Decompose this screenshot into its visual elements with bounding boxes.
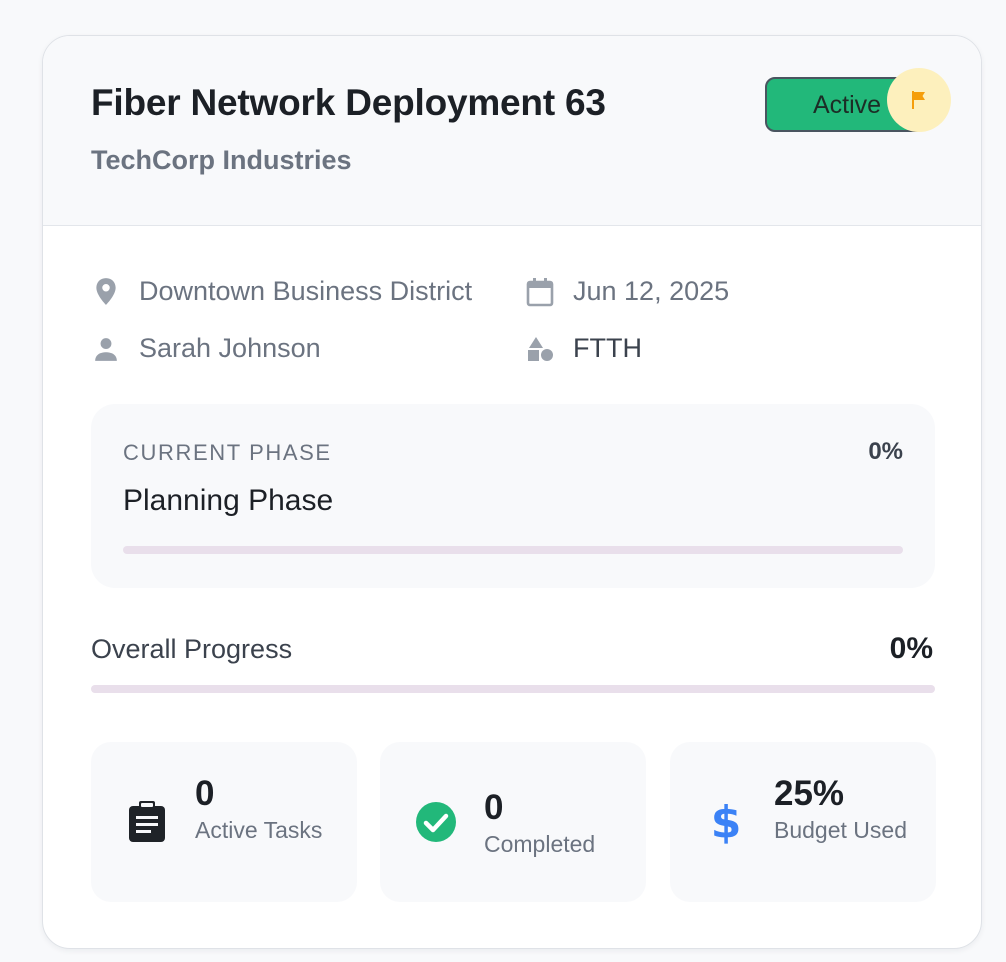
overall-progress-percent: 0% bbox=[889, 632, 933, 665]
stat-completed: 0 Completed bbox=[380, 742, 646, 902]
status-label: Active bbox=[813, 91, 882, 119]
budget-used-value: 25% bbox=[774, 774, 845, 813]
budget-used-label: Budget Used bbox=[774, 817, 907, 843]
shapes-icon bbox=[525, 334, 555, 364]
location-pin-icon bbox=[91, 277, 121, 307]
stat-budget-used: $ 25% Budget Used bbox=[670, 742, 936, 902]
flag-icon[interactable] bbox=[887, 68, 951, 132]
overall-progress-bar bbox=[91, 685, 935, 693]
manager-row: Sarah Johnson bbox=[91, 333, 321, 364]
location-row: Downtown Business District bbox=[91, 276, 472, 307]
dollar-icon: $ bbox=[710, 796, 742, 848]
phase-progress-bar bbox=[123, 546, 903, 554]
card-header: Fiber Network Deployment 63 TechCorp Ind… bbox=[43, 36, 981, 226]
phase-name: Planning Phase bbox=[123, 484, 334, 517]
date-row: Jun 12, 2025 bbox=[525, 276, 729, 307]
overall-progress-label: Overall Progress bbox=[91, 634, 293, 664]
active-tasks-value: 0 bbox=[195, 774, 215, 813]
completed-label: Completed bbox=[484, 831, 596, 857]
phase-percent: 0% bbox=[868, 438, 903, 465]
check-circle-icon bbox=[412, 798, 460, 846]
phase-caption: CURRENT PHASE bbox=[123, 440, 332, 465]
type-text: FTTH bbox=[573, 333, 642, 363]
calendar-icon bbox=[525, 277, 555, 307]
active-tasks-label: Active Tasks bbox=[195, 817, 323, 843]
manager-text: Sarah Johnson bbox=[139, 333, 321, 363]
type-row: FTTH bbox=[525, 333, 642, 364]
current-phase-panel: CURRENT PHASE 0% Planning Phase bbox=[91, 404, 935, 588]
person-icon bbox=[91, 334, 121, 364]
project-title: Fiber Network Deployment 63 bbox=[91, 82, 606, 123]
client-name: TechCorp Industries bbox=[91, 145, 352, 175]
stat-active-tasks: 0 Active Tasks bbox=[91, 742, 357, 902]
clipboard-icon bbox=[123, 798, 171, 846]
date-text: Jun 12, 2025 bbox=[573, 276, 730, 306]
completed-value: 0 bbox=[484, 788, 504, 827]
project-card[interactable]: Fiber Network Deployment 63 TechCorp Ind… bbox=[42, 35, 982, 949]
location-text: Downtown Business District bbox=[139, 276, 473, 306]
